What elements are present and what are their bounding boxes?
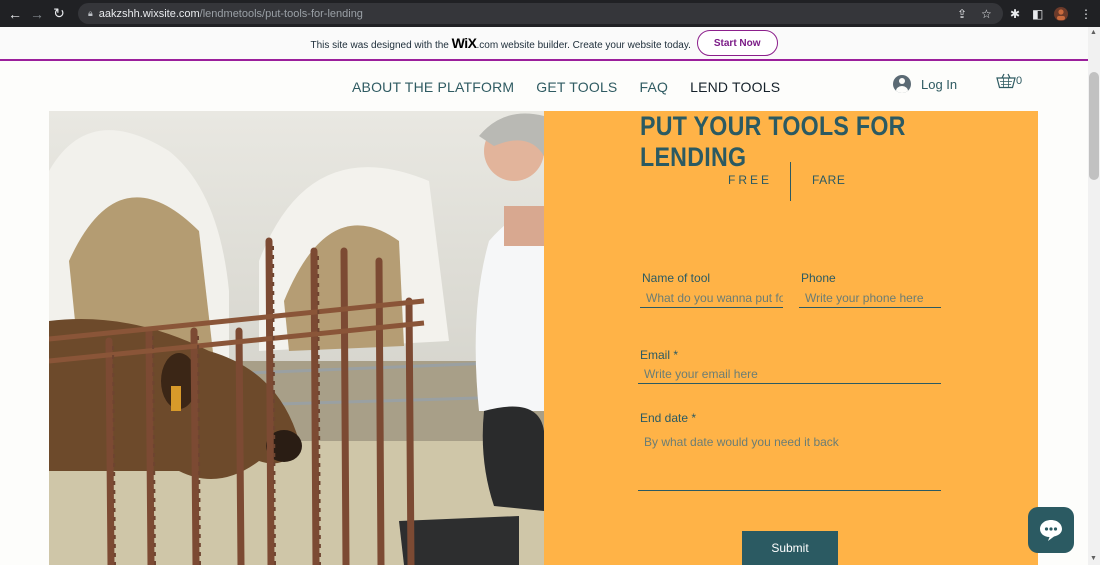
scrollbar-thumb[interactable] (1089, 72, 1099, 180)
user-avatar-icon (893, 75, 911, 93)
url-path: /lendmetools/put-tools-for-lending (199, 7, 363, 20)
chat-bubble-icon (1040, 520, 1062, 541)
share-icon[interactable]: ⇪ (957, 0, 967, 27)
wix-logo: WiX (451, 35, 477, 51)
menu-item-get-tools[interactable]: GET TOOLS (536, 79, 617, 95)
login-label: Log In (921, 76, 958, 92)
cart-button[interactable]: 0 (996, 73, 1022, 89)
wix-banner-text: This site was designed with the (310, 40, 449, 51)
menu-item-about[interactable]: ABOUT THE PLATFORM (352, 79, 514, 95)
profile-icon[interactable] (1054, 0, 1068, 27)
email-input[interactable] (638, 364, 941, 384)
scroll-down-icon[interactable]: ▼ (1090, 555, 1097, 562)
tool-name-label: Name of tool (642, 271, 711, 285)
phone-label: Phone (801, 271, 836, 285)
wix-banner-text-after: .com website builder. Create your websit… (476, 40, 691, 51)
email-label: Email * (640, 348, 679, 362)
tool-name-input[interactable] (640, 288, 783, 308)
menu-item-lend-tools[interactable]: LEND TOOLS (690, 79, 780, 95)
browser-menu-icon[interactable]: ⋮ (1080, 0, 1092, 27)
scroll-up-icon[interactable]: ▲ (1090, 29, 1097, 36)
sidepanel-icon[interactable]: ◧ (1032, 0, 1043, 27)
bookmark-star-icon[interactable]: ☆ (981, 0, 992, 27)
end-date-label: End date * (640, 411, 697, 425)
form-title: PUT YOUR TOOLS FOR LENDING (640, 111, 906, 172)
end-date-input[interactable] (638, 429, 941, 491)
phone-input[interactable] (799, 288, 941, 308)
back-icon[interactable]: ← (4, 6, 26, 22)
hero-farm-photo (49, 111, 544, 565)
site-menu: ABOUT THE PLATFORM GET TOOLS FAQ LEND TO… (352, 79, 780, 95)
lock-icon: 🔒︎ (88, 8, 93, 18)
extensions-icon[interactable]: ✱ (1010, 0, 1020, 27)
url-host: aakzshh.wixsite.com (98, 7, 200, 20)
tab-fare[interactable]: FARE (812, 173, 845, 187)
menu-item-faq[interactable]: FAQ (639, 79, 668, 95)
browser-toolbar: ← → ↻ 🔒︎ aakzshh.wixsite.com /lendmetool… (0, 0, 1100, 27)
submit-button[interactable]: Submit (742, 531, 838, 565)
cart-count: 0 (1016, 75, 1023, 87)
tab-divider (790, 162, 791, 201)
address-bar[interactable]: 🔒︎ aakzshh.wixsite.com /lendmetools/put-… (78, 3, 1003, 24)
wix-promo-banner: This site was designed with the WiX.com … (0, 27, 1088, 61)
login-button[interactable]: Log In (893, 75, 957, 93)
basket-icon (996, 73, 1016, 89)
start-now-button[interactable]: Start Now (696, 30, 778, 56)
chat-widget-button[interactable] (1028, 507, 1074, 553)
lend-tool-form-panel: PUT YOUR TOOLS FOR LENDING FREE FARE Nam… (544, 111, 1038, 565)
forward-icon[interactable]: → (26, 6, 48, 22)
reload-icon[interactable]: ↻ (48, 5, 70, 22)
tab-free[interactable]: FREE (728, 173, 772, 187)
